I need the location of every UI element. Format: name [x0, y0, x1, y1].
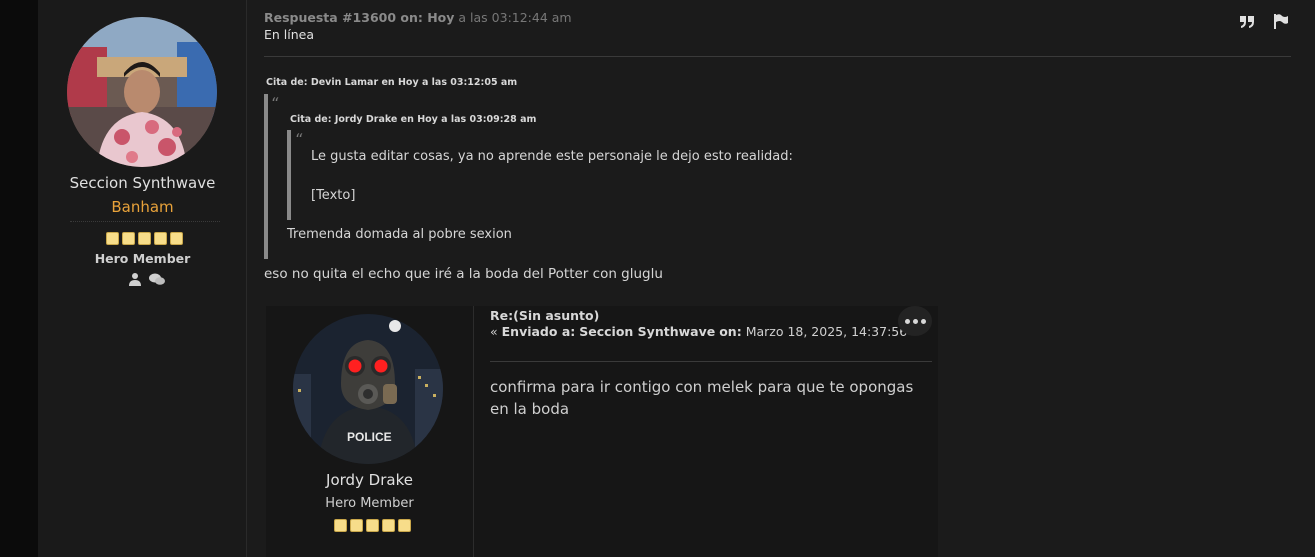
star-icon — [334, 519, 347, 532]
embedded-body: confirma para ir contigo con melek para … — [490, 378, 914, 418]
quote-inner-text: [Texto] — [311, 188, 356, 203]
star-icon — [170, 232, 183, 245]
star-icon — [138, 232, 151, 245]
embedded-post: POLICE Jordy Drake Hero Member Re:(Sin a… — [266, 306, 938, 557]
quote-inner-text: Le gusta editar cosas, ya no aprende est… — [311, 149, 793, 164]
forum-post: Seccion Synthwave Banham Hero Member Res… — [38, 0, 1315, 557]
ellipsis-icon[interactable] — [898, 306, 932, 336]
header-divider — [264, 56, 1291, 57]
quote-cite-inner[interactable]: Cita de: Jordy Drake en Hoy a las 03:09:… — [290, 114, 536, 125]
embedded-subject[interactable]: Re:(Sin asunto) — [490, 308, 599, 323]
poster-name[interactable]: Seccion Synthwave — [38, 174, 247, 192]
embedded-separator — [473, 306, 474, 557]
embedded-meta: « Enviado a: Seccion Synthwave on: Marzo… — [490, 324, 919, 339]
quote-bar-outer — [264, 94, 268, 259]
star-icon — [366, 519, 379, 532]
quote-bar-inner — [287, 130, 291, 220]
quote-icon[interactable] — [1239, 14, 1255, 33]
post-header: Respuesta #13600 on: Hoy a las 03:12:44 … — [264, 10, 572, 25]
poster-column: Seccion Synthwave Banham Hero Member — [38, 0, 247, 557]
embedded-poster-group: Hero Member — [325, 496, 414, 511]
star-icon — [122, 232, 135, 245]
reply-time: a las 03:12:44 am — [458, 10, 572, 25]
poster-contact-icons — [128, 271, 166, 290]
poster-rank-stars — [106, 232, 183, 245]
meta-on-label: on: — [719, 324, 742, 339]
star-icon — [106, 232, 119, 245]
embedded-rank-stars — [334, 519, 411, 532]
flag-icon[interactable] — [1273, 14, 1289, 33]
quote-outer-reply: Tremenda domada al pobre sexion — [287, 227, 512, 242]
poster-group: Hero Member — [94, 251, 191, 266]
embedded-avatar[interactable]: POLICE — [293, 314, 443, 464]
police-patch-text: POLICE — [347, 430, 392, 444]
reply-link[interactable]: Respuesta #13600 on: Hoy — [264, 10, 454, 25]
quote-cite-outer[interactable]: Cita de: Devin Lamar en Hoy a las 03:12:… — [266, 77, 517, 88]
meta-prefix: « — [490, 324, 502, 339]
online-status: En línea — [264, 27, 315, 42]
user-icon[interactable] — [128, 271, 142, 290]
post-actions — [1239, 14, 1289, 33]
embedded-poster-name[interactable]: Jordy Drake — [266, 471, 473, 489]
post-content: Respuesta #13600 on: Hoy a las 03:12:44 … — [248, 0, 1315, 557]
meta-date: Marzo 18, 2025, 14:37:56 — [745, 324, 908, 339]
quote-mark-icon: “ — [271, 94, 280, 113]
divider — [70, 221, 220, 222]
meta-sent-label: Enviado a: — [501, 324, 576, 339]
poster-avatar[interactable] — [67, 17, 217, 167]
star-icon — [398, 519, 411, 532]
poster-custom-title: Banham — [111, 198, 174, 216]
star-icon — [382, 519, 395, 532]
post-body: eso no quita el echo que iré a la boda d… — [264, 266, 663, 282]
quote-mark-icon: “ — [295, 130, 304, 149]
star-icon — [350, 519, 363, 532]
left-gutter — [0, 0, 38, 557]
embedded-divider — [490, 361, 932, 362]
star-icon — [154, 232, 167, 245]
chat-icon[interactable] — [148, 271, 166, 290]
meta-author[interactable]: Seccion Synthwave — [579, 324, 715, 339]
